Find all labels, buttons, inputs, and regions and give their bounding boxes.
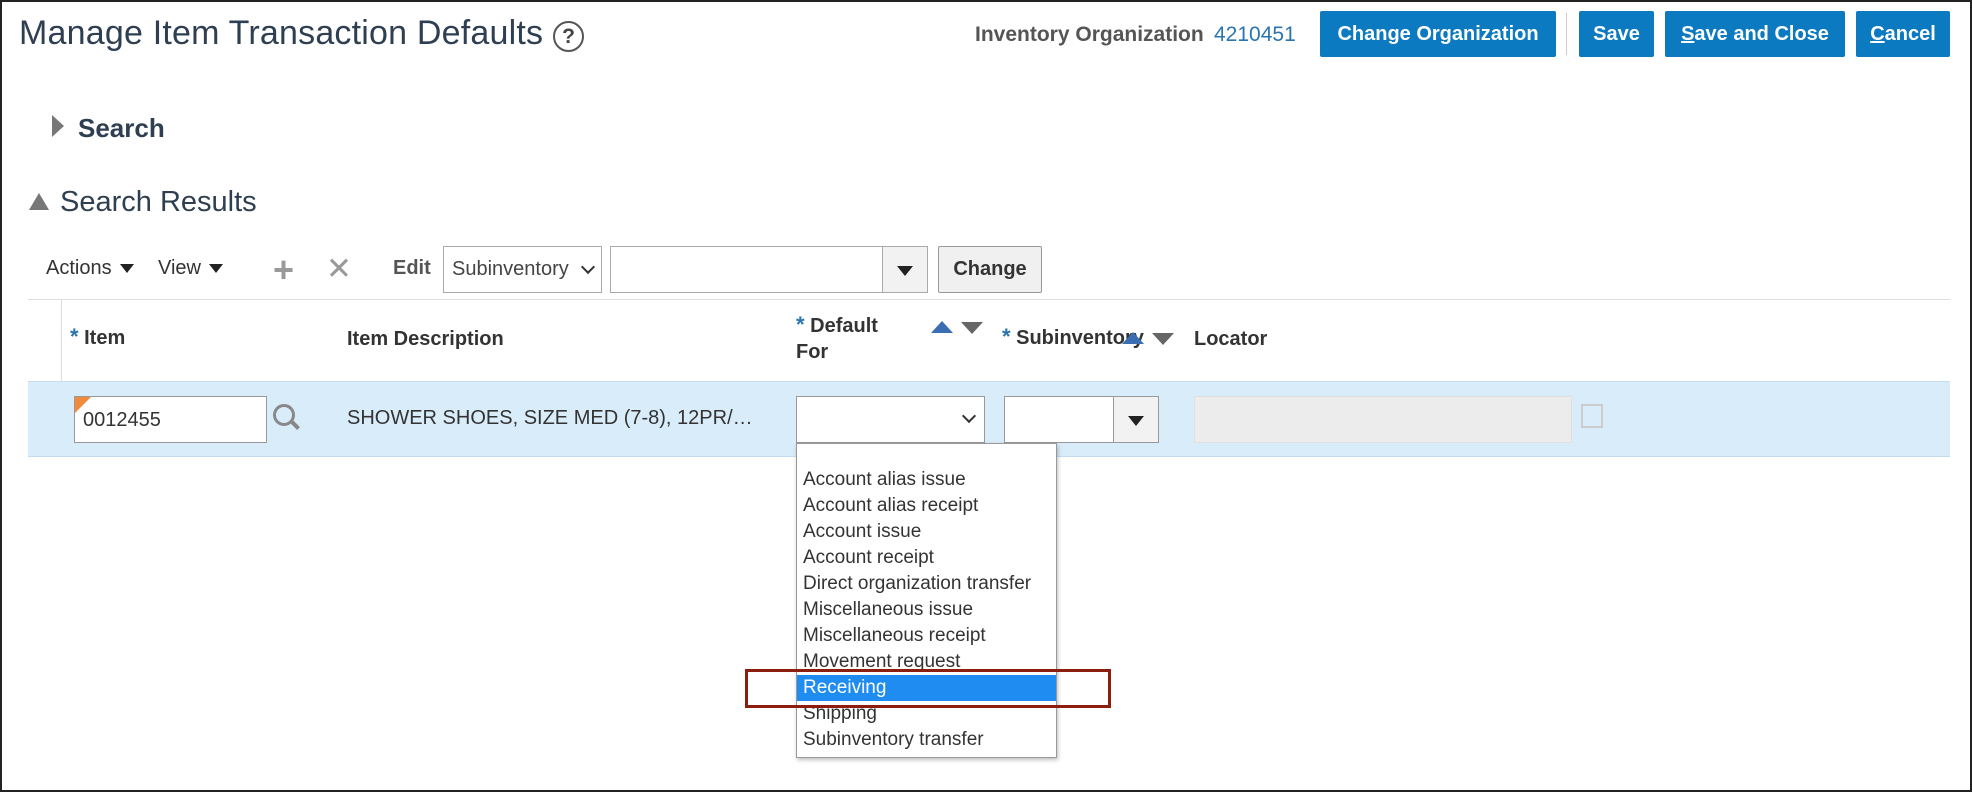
column-header-description[interactable]: Item Description [347,328,504,351]
caret-down-icon [119,264,134,274]
column-header-default-for[interactable]: * Default For [796,312,878,365]
subinventory-input[interactable] [1004,396,1114,443]
locator-input [1194,396,1572,443]
inventory-organization-label: Inventory Organization [975,23,1204,46]
save-button[interactable]: Save [1579,11,1654,57]
item-input[interactable]: 0012455 [74,396,267,443]
actions-menu-label: Actions [46,257,112,279]
required-marker: * [70,324,79,349]
cancel-button[interactable]: Cancel [1856,11,1950,57]
required-marker: * [796,312,805,337]
collapse-triangle-icon[interactable] [29,193,49,210]
sort-ascending-icon[interactable] [1122,332,1144,344]
save-close-mnemonic: S [1681,23,1695,45]
caret-down-icon [209,264,223,274]
save-and-close-button[interactable]: Save and Close [1665,11,1845,57]
chevron-down-icon [580,259,596,275]
inventory-organization-value[interactable]: 4210451 [1214,23,1296,47]
dropdown-option[interactable]: Miscellaneous receipt [797,623,1056,649]
cancel-label: ancel [1884,23,1936,45]
chevron-down-icon [961,408,977,424]
dropdown-option[interactable]: Direct organization transfer [797,571,1056,597]
dropdown-option[interactable]: Account issue [797,519,1056,545]
dropdown-option[interactable]: Miscellaneous issue [797,597,1056,623]
edit-value-input[interactable] [610,246,883,293]
default-for-select[interactable] [796,396,985,443]
edit-field-value: Subinventory [452,258,569,280]
subinventory-dropdown-button[interactable] [1113,396,1159,443]
triangle-down-icon [1128,416,1144,426]
save-close-label: ave and Close [1694,23,1829,45]
header-divider [1566,13,1567,55]
item-description-cell: SHOWER SHOES, SIZE MED (7-8), 12PR/… [347,407,753,429]
page-title: Manage Item Transaction Defaults [19,14,544,52]
edit-field-select[interactable]: Subinventory [443,246,602,293]
column-header-item[interactable]: * Item [70,324,125,350]
locator-search-icon [1581,404,1603,428]
dropdown-option[interactable]: Subinventory transfer [797,727,1056,753]
table-top-border [28,299,1950,300]
search-results-header: Search Results [60,186,257,218]
annotation-highlight-box [745,669,1111,708]
sort-descending-icon[interactable] [1152,333,1174,345]
view-menu-label: View [158,257,201,279]
delete-row-icon[interactable]: ✕ [326,253,352,284]
sort-descending-icon[interactable] [961,322,983,334]
help-icon[interactable]: ? [553,21,584,52]
column-header-item-label: Item [84,327,126,349]
changed-indicator-icon [75,397,91,413]
triangle-down-icon [897,266,913,276]
default-for-dropdown-list[interactable]: Account alias issue Account alias receip… [796,443,1057,758]
dropdown-option[interactable]: Account receipt [797,545,1056,571]
edit-label: Edit [393,257,431,279]
actions-menu[interactable]: Actions [46,257,134,280]
dropdown-option[interactable]: Account alias issue [797,467,1056,493]
search-section-header[interactable]: Search [78,113,165,144]
column-header-locator[interactable]: Locator [1194,328,1267,351]
required-marker: * [1002,324,1011,349]
column-header-default-for-line2: For [796,341,829,363]
sort-ascending-icon[interactable] [931,321,953,333]
expand-triangle-icon[interactable] [52,115,64,137]
cancel-mnemonic: C [1870,23,1885,45]
column-header-default-for-line1: Default [810,315,878,337]
change-button[interactable]: Change [938,246,1042,293]
add-row-icon[interactable]: + [273,252,294,288]
view-menu[interactable]: View [158,257,223,280]
dropdown-option[interactable]: Account alias receipt [797,493,1056,519]
edit-value-dropdown-button[interactable] [882,246,928,293]
change-organization-button[interactable]: Change Organization [1320,11,1556,57]
